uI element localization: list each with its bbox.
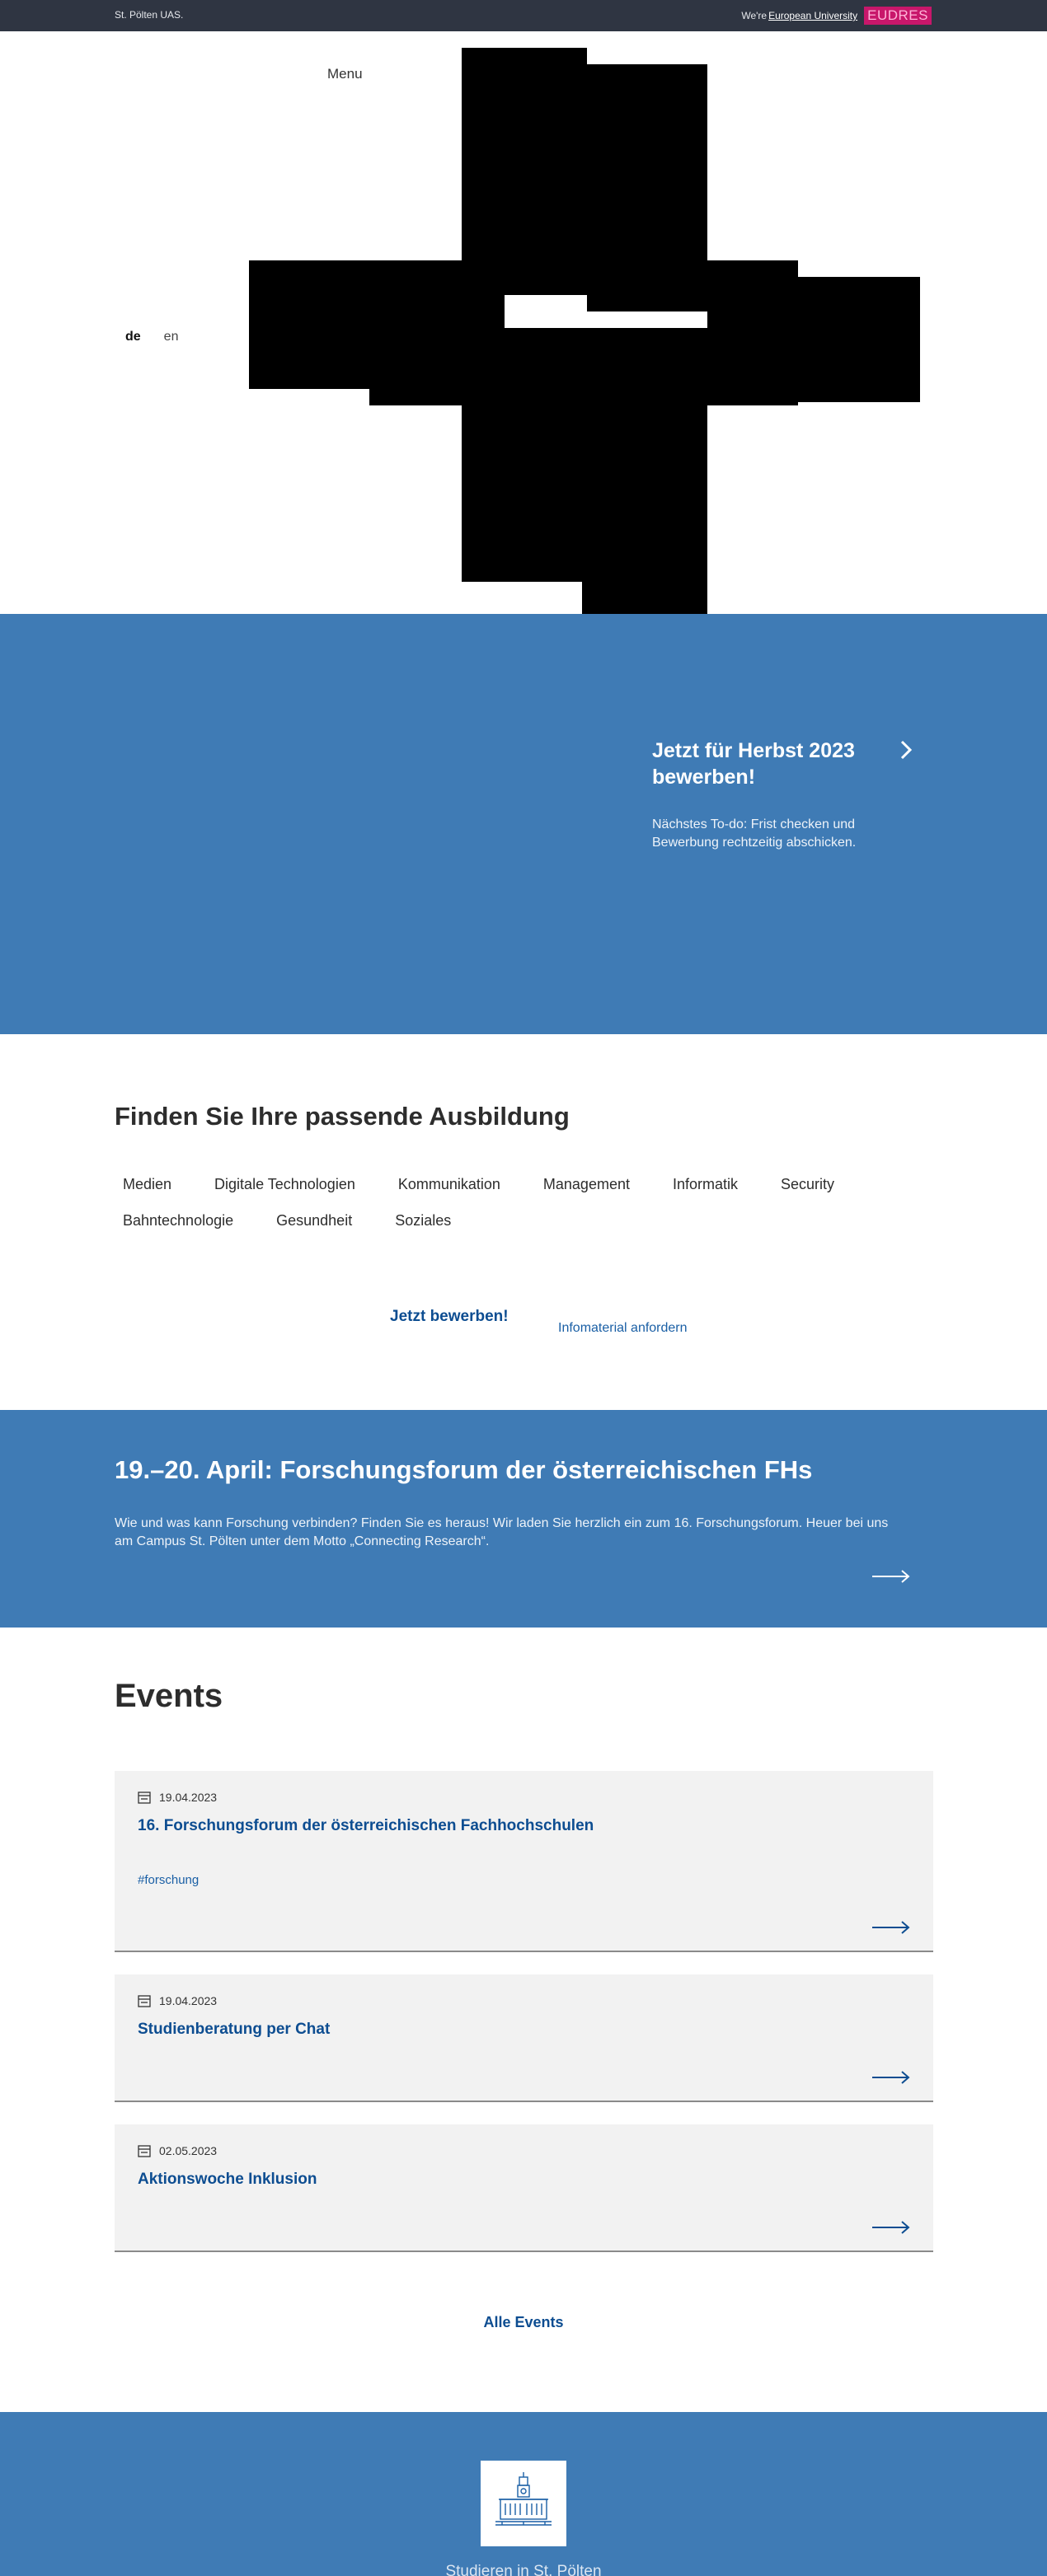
event-date-text: 02.05.2023: [159, 2144, 218, 2157]
arrow-right-icon[interactable]: [872, 2071, 910, 2084]
event-date: 19.04.2023: [138, 1994, 217, 2007]
apply-now-link[interactable]: Jetzt bewerben!: [390, 1308, 509, 1326]
event-card[interactable]: 19.04.2023 16. Forschungsforum der öster…: [115, 1771, 933, 1952]
arrow-right-icon[interactable]: [872, 1570, 910, 1583]
request-info-link[interactable]: Infomaterial anfordern: [558, 1321, 688, 1336]
event-date: 02.05.2023: [138, 2144, 217, 2157]
category-soziales[interactable]: Soziales: [387, 1202, 459, 1239]
category-gesundheit[interactable]: Gesundheit: [268, 1202, 360, 1239]
hero-cta-title[interactable]: Jetzt für Herbst 2023 bewerben!: [652, 738, 891, 790]
lang-de[interactable]: de: [125, 330, 141, 344]
all-events-link[interactable]: Alle Events: [0, 2314, 1047, 2331]
event-tag[interactable]: #forschung: [138, 1873, 199, 1887]
event-card[interactable]: 02.05.2023 Aktionswoche Inklusion: [115, 2124, 933, 2252]
program-finder: Finden Sie Ihre passende Ausbildung Medi…: [0, 1034, 1047, 1410]
top-bar: St. Pölten UAS. We're European Universit…: [0, 0, 1047, 31]
forum-banner[interactable]: 19.–20. April: Forschungsforum der öster…: [0, 1410, 1047, 1628]
language-switcher: de en: [125, 330, 178, 344]
hero-banner: Jetzt für Herbst 2023 bewerben! Nächstes…: [0, 614, 1047, 1034]
category-security[interactable]: Security: [772, 1166, 843, 1202]
category-kommunikation[interactable]: Kommunikation: [390, 1166, 509, 1202]
arrow-right-icon[interactable]: [872, 1921, 910, 1934]
category-management[interactable]: Management: [535, 1166, 638, 1202]
forum-text: Wie und was kann Forschung verbinden? Fi…: [115, 1516, 889, 1548]
we-are-label: We're: [741, 10, 768, 21]
event-title[interactable]: Aktionswoche Inklusion: [138, 2171, 317, 2189]
category-medien[interactable]: Medien: [115, 1166, 180, 1202]
lang-en[interactable]: en: [164, 330, 179, 344]
program-finder-title: Finden Sie Ihre passende Ausbildung: [115, 1102, 570, 1131]
menu-button[interactable]: Menu: [327, 66, 363, 82]
site-header: Menu de en: [0, 31, 1047, 614]
event-card[interactable]: 19.04.2023 Studienberatung per Chat: [115, 1974, 933, 2102]
calendar-icon: [138, 1791, 151, 1804]
city-hall-illustration: [481, 2461, 566, 2546]
category-digitale-technologien[interactable]: Digitale Technologien: [206, 1166, 364, 1202]
event-date-text: 19.04.2023: [159, 1791, 218, 1804]
event-date-text: 19.04.2023: [159, 1994, 218, 2007]
eudres-logo[interactable]: EUDRES: [864, 7, 932, 25]
brand-name[interactable]: St. Pölten UAS.: [115, 9, 183, 21]
chevron-right-icon[interactable]: [895, 739, 917, 761]
events-title: Events: [115, 1678, 223, 1714]
european-university-notice: We're European University EUDRES: [741, 7, 932, 25]
category-bahntechnologie[interactable]: Bahntechnologie: [115, 1202, 242, 1239]
event-title[interactable]: 16. Forschungsforum der österreichischen…: [138, 1817, 594, 1835]
calendar-icon: [138, 1995, 151, 2007]
footer-section: Studieren in St. Pölten: [0, 2412, 1047, 2576]
hero-cta-subtext: Nächstes To-do: Frist checken und Bewerb…: [652, 817, 857, 850]
site-logo[interactable]: [0, 31, 1047, 614]
category-informatik[interactable]: Informatik: [664, 1166, 746, 1202]
european-university-link[interactable]: European University: [768, 10, 857, 21]
forum-title: 19.–20. April: Forschungsforum der öster…: [115, 1455, 813, 1484]
city-hall-icon: [495, 2472, 552, 2526]
event-date: 19.04.2023: [138, 1791, 217, 1804]
event-title[interactable]: Studienberatung per Chat: [138, 2021, 330, 2039]
category-list: Medien Digitale Technologien Kommunikati…: [115, 1166, 931, 1239]
calendar-icon: [138, 2145, 151, 2157]
arrow-right-icon[interactable]: [872, 2221, 910, 2234]
footer-caption: Studieren in St. Pölten: [445, 2563, 602, 2576]
